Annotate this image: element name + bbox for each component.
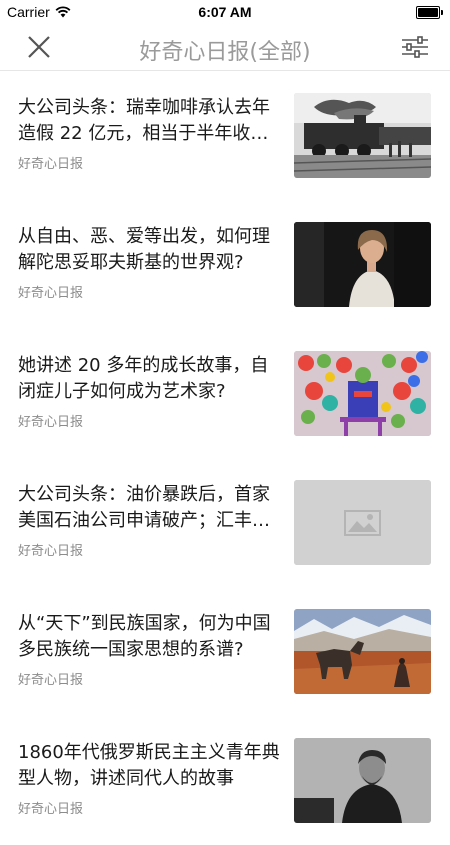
filter-button[interactable] — [396, 32, 432, 62]
nav-bar: 好奇心日报(全部) — [0, 24, 450, 71]
article-source: 好奇心日报 — [18, 415, 84, 430]
page-title: 好奇心日报(全部) — [139, 40, 311, 65]
article-source: 好奇心日报 — [18, 286, 84, 301]
article-title: 大公司头条：瑞幸咖啡承认去年造假 22 亿元，相当于半年收… — [18, 97, 270, 144]
article-source: 好奇心日报 — [18, 157, 84, 172]
article-source: 好奇心日报 — [18, 802, 84, 817]
sliders-icon — [402, 36, 428, 58]
article-thumbnail — [294, 480, 431, 565]
status-time: 6:07 AM — [198, 4, 252, 20]
article-thumbnail — [294, 609, 431, 694]
article-card[interactable]: 从“天下”到民族国家，何为中国多民族统一国家思想的系谱? 好奇心日报 — [0, 587, 450, 716]
article-title: 大公司头条：油价暴跌后，首家美国石油公司申请破产；汇丰… — [18, 484, 270, 531]
status-bar: Carrier 6:07 AM — [0, 0, 450, 24]
article-title: 1860年代俄罗斯民主主义青年典型人物，讲述同代人的故事 — [18, 742, 280, 789]
article-title: 从“天下”到民族国家，何为中国多民族统一国家思想的系谱? — [18, 613, 271, 660]
article-feed: 大公司头条：瑞幸咖啡承认去年造假 22 亿元，相当于半年收… 好奇心日报 从自由… — [0, 71, 450, 845]
article-thumbnail — [294, 93, 431, 178]
article-thumbnail — [294, 351, 431, 436]
article-card[interactable]: 她讲述 20 多年的成长故事，自闭症儿子如何成为艺术家? 好奇心日报 — [0, 329, 450, 458]
article-card[interactable]: 1860年代俄罗斯民主主义青年典型人物，讲述同代人的故事 好奇心日报 — [0, 716, 450, 845]
article-source: 好奇心日报 — [18, 544, 84, 559]
article-card[interactable]: 大公司头条：油价暴跌后，首家美国石油公司申请破产；汇丰… 好奇心日报 — [0, 458, 450, 587]
article-title: 从自由、恶、爱等出发，如何理解陀思妥耶夫斯基的世界观? — [18, 226, 270, 273]
battery-icon — [416, 6, 443, 19]
article-thumbnail — [294, 738, 431, 823]
donkey-landscape-photo — [294, 609, 431, 694]
article-source: 好奇心日报 — [18, 673, 84, 688]
article-title: 她讲述 20 多年的成长故事，自闭症儿子如何成为艺术家? — [18, 355, 269, 402]
old-portrait-photo — [294, 738, 431, 823]
article-card[interactable]: 大公司头条：瑞幸咖啡承认去年造假 22 亿元，相当于半年收… 好奇心日报 — [0, 71, 450, 200]
image-placeholder-icon — [294, 480, 431, 565]
colorful-painting-photo — [294, 351, 431, 436]
article-card[interactable]: 从自由、恶、爱等出发，如何理解陀思妥耶夫斯基的世界观? 好奇心日报 — [0, 200, 450, 329]
steam-train-photo — [294, 93, 431, 178]
article-thumbnail — [294, 222, 431, 307]
woman-portrait-photo — [294, 222, 431, 307]
